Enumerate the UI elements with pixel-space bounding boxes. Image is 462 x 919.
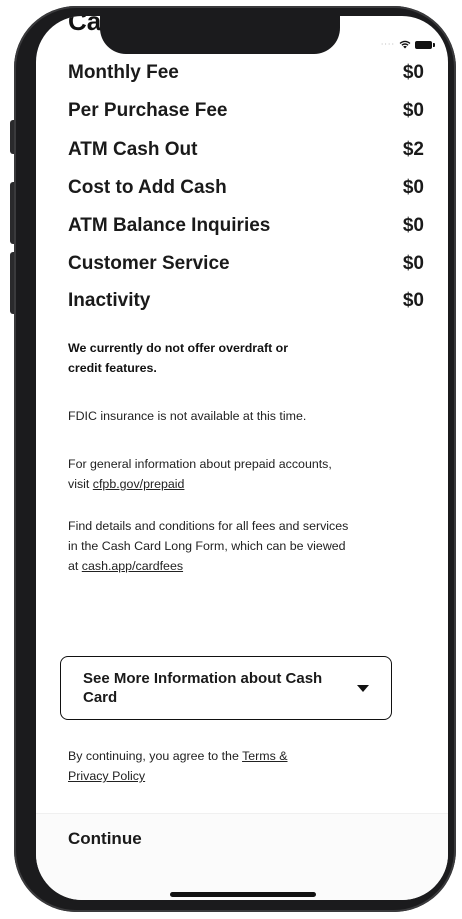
fee-label: Customer Service <box>68 253 230 274</box>
fee-value: $0 <box>402 215 424 236</box>
status-bar: ···· <box>380 40 435 49</box>
fee-label: Per Purchase Fee <box>68 100 228 121</box>
more-info-label: See More Information about Cash Card <box>83 670 323 706</box>
fee-value: $0 <box>402 100 424 121</box>
fee-row-customer-service: Customer Service $0 <box>68 249 424 279</box>
cardfees-line-2: in the Cash Card Long Form, which can be… <box>68 539 346 553</box>
overdraft-line-1: We currently do not offer overdraft or <box>68 341 289 355</box>
cardfees-line-1: Find details and conditions for all fees… <box>68 519 349 533</box>
continue-button[interactable]: Continue <box>68 829 142 849</box>
fee-row-atm-cash-out: ATM Cash Out $2 <box>68 135 424 165</box>
battery-icon <box>415 40 435 49</box>
notch <box>100 16 340 54</box>
caret-down-icon <box>357 684 369 692</box>
fee-row-inactivity: Inactivity $0 <box>68 286 424 316</box>
privacy-policy-link[interactable]: Privacy Policy <box>68 769 145 783</box>
overdraft-notice: We currently do not offer overdraft or c… <box>68 338 418 378</box>
fee-label: Inactivity <box>68 290 151 311</box>
fee-row-add-cash: Cost to Add Cash $0 <box>68 173 424 203</box>
cardfees-notice: Find details and conditions for all fees… <box>68 516 418 576</box>
fee-label: Monthly Fee <box>68 62 179 83</box>
prepaid-notice: For general information about prepaid ac… <box>68 454 418 494</box>
prepaid-line-1: For general information about prepaid ac… <box>68 457 332 471</box>
fee-label: ATM Balance Inquiries <box>68 215 271 236</box>
fee-row-monthly: Monthly Fee $0 <box>68 58 424 88</box>
fee-value: $0 <box>402 290 424 311</box>
terms-notice: By continuing, you agree to the Terms & … <box>68 746 418 786</box>
home-indicator[interactable] <box>170 892 316 897</box>
fee-row-per-purchase: Per Purchase Fee $0 <box>68 96 424 126</box>
cfpb-prepaid-link[interactable]: cfpb.gov/prepaid <box>93 477 185 491</box>
fee-row-atm-balance: ATM Balance Inquiries $0 <box>68 211 424 241</box>
fee-value: $0 <box>402 62 424 83</box>
fee-value: $0 <box>402 177 424 198</box>
terms-prefix: By continuing, you agree to the <box>68 749 243 763</box>
fee-value: $2 <box>402 139 424 160</box>
overdraft-line-2: credit features. <box>68 361 157 375</box>
signal-dots-icon: ···· <box>380 40 395 49</box>
fee-label: ATM Cash Out <box>68 139 198 160</box>
fee-label: Cost to Add Cash <box>68 177 227 198</box>
fdic-notice: FDIC insurance is not available at this … <box>68 409 307 423</box>
more-info-dropdown[interactable]: See More Information about Cash Card <box>60 656 392 720</box>
fee-value: $0 <box>402 253 424 274</box>
phone-screen: ···· Cas Monthly Fee $0 Per Purchase Fee… <box>36 16 448 900</box>
cardfees-link[interactable]: cash.app/cardfees <box>82 559 183 573</box>
wifi-icon <box>399 40 411 49</box>
terms-link[interactable]: Terms & <box>242 749 287 763</box>
bottom-action-bar: Continue <box>36 813 448 900</box>
prepaid-visit-text: visit <box>68 477 93 491</box>
cardfees-at-text: at <box>68 559 82 573</box>
